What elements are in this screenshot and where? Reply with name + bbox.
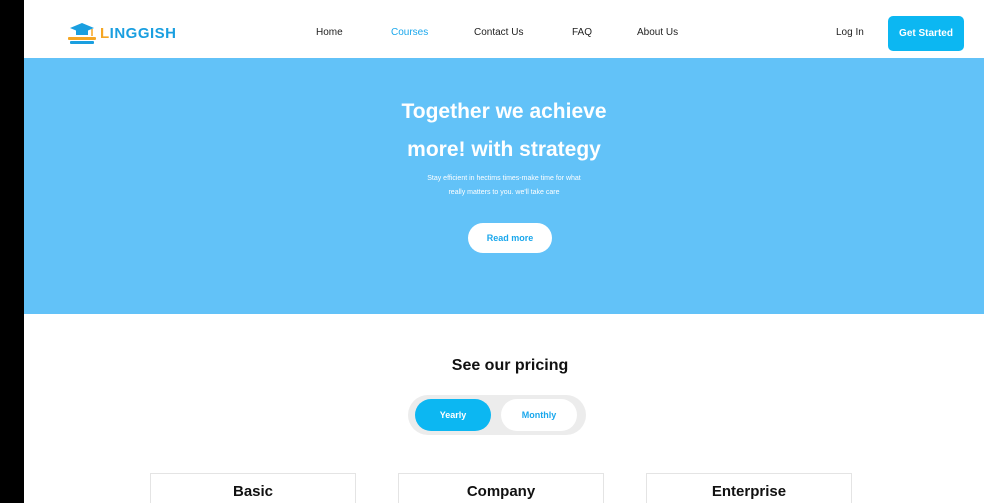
hero-subtitle-line-2: really matters to you. we'll take care [448,189,560,196]
plan-card-basic[interactable]: Basic [150,473,356,503]
plan-card-enterprise[interactable]: Enterprise [646,473,852,503]
plan-name: Basic [232,483,274,500]
read-more-button[interactable]: Read more [468,223,552,253]
login-link[interactable]: Log In [836,27,864,38]
logo-text: LINGGISH [100,24,177,42]
yearly-toggle-button[interactable]: Yearly [415,399,491,431]
get-started-button[interactable]: Get Started [888,16,964,51]
plan-card-company[interactable]: Company [398,473,604,503]
nav-courses[interactable]: Courses [391,27,428,38]
nav-about-us[interactable]: About Us [637,27,678,38]
plan-name: Company [466,483,536,500]
hero-subtitle-line-1: Stay efficient in hectims times-make tim… [427,175,581,182]
plan-name: Enterprise [711,483,787,500]
top-navbar: LINGGISH Home Courses Contact Us FAQ Abo… [24,0,984,58]
logo[interactable]: LINGGISH [66,20,177,46]
pricing-title: See our pricing [451,357,569,374]
landing-page: LINGGISH Home Courses Contact Us FAQ Abo… [24,0,984,503]
hero-title-line-2: more! with strategy [407,138,601,161]
monthly-toggle-button[interactable]: Monthly [501,399,577,431]
nav-home[interactable]: Home [316,27,343,38]
graduation-cap-icon [66,20,98,46]
billing-period-toggle: Yearly Monthly [408,395,586,435]
hero-banner: Together we achieve more! with strategy … [24,58,984,314]
hero-title-line-1: Together we achieve [401,100,607,123]
nav-faq[interactable]: FAQ [572,27,592,38]
nav-contact-us[interactable]: Contact Us [474,27,523,38]
